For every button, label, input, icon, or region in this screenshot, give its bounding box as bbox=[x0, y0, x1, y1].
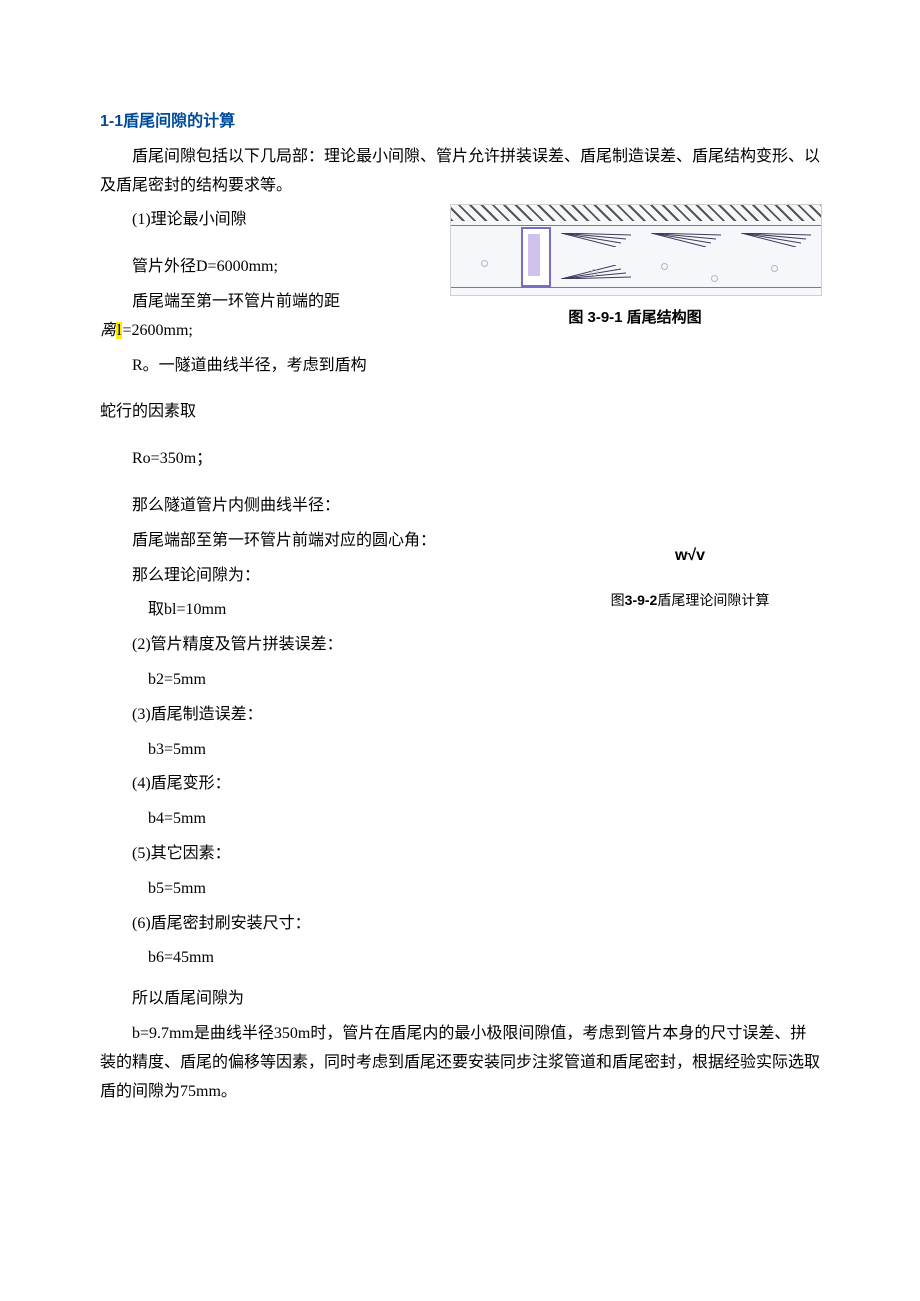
item-2-title: (2)管片精度及管片拼装误差： bbox=[100, 631, 820, 660]
brush-top2 bbox=[651, 229, 721, 243]
section-heading: 1-1盾尾间隙的计算 bbox=[100, 108, 820, 137]
aggregate-dot bbox=[771, 265, 778, 272]
aggregate-dot bbox=[711, 275, 718, 282]
figure-2-wrap: w√v 图3-9-2盾尾理论间隙计算 bbox=[570, 542, 810, 614]
figure-1-caption: 图 3-9-1 盾尾结构图 bbox=[450, 304, 820, 331]
seal-inner bbox=[528, 234, 540, 276]
item-6-title: (6)盾尾密封刷安装尺寸： bbox=[100, 910, 820, 939]
b3-line: b3=5mm bbox=[100, 736, 820, 765]
b6-line: b6=45mm bbox=[100, 944, 820, 973]
b2-line: b2=5mm bbox=[100, 666, 820, 695]
brush-top1 bbox=[561, 229, 631, 243]
item-4-title: (4)盾尾变形： bbox=[100, 770, 820, 799]
final-paragraph: b=9.7mm是曲线半径350m时，管片在盾尾内的最小极限间隙值，考虑到管片本身… bbox=[100, 1020, 820, 1106]
ro-line: Ro=350m； bbox=[100, 445, 820, 474]
fig2-caption-suffix: 盾尾理论间隙计算 bbox=[657, 592, 769, 608]
brush-top3 bbox=[741, 229, 811, 243]
item-5-title: (5)其它因素： bbox=[100, 840, 820, 869]
fig2-caption-prefix: 图 bbox=[611, 592, 625, 608]
line bbox=[451, 287, 821, 288]
l-line-suffix: =2600mm; bbox=[122, 322, 192, 339]
b5-line: b5=5mm bbox=[100, 875, 820, 904]
l-line-prefix: 盾尾端至第一环管片前端的距 bbox=[100, 288, 340, 317]
figure-2-symbol: w√v bbox=[570, 542, 810, 571]
aggregate-dot bbox=[481, 260, 488, 267]
fig2-caption-mid: 3-9-2 bbox=[625, 592, 658, 608]
figure-1 bbox=[450, 204, 822, 296]
b4-line: b4=5mm bbox=[100, 805, 820, 834]
l-line-italic: 离 bbox=[100, 322, 116, 339]
figure-1-wrap: 图 3-9-1 盾尾结构图 bbox=[450, 204, 820, 331]
seal-block bbox=[521, 227, 551, 287]
document-page: 1-1盾尾间隙的计算 盾尾间隙包括以下几局部：理论最小间隙、管片允许拼装误差、盾… bbox=[0, 0, 920, 1301]
inner-radius-line: 那么隧道管片内侧曲线半径： bbox=[100, 492, 820, 521]
r-line: R。一隧道曲线半径，考虑到盾构 bbox=[100, 352, 820, 381]
item-3-title: (3)盾尾制造误差： bbox=[100, 701, 820, 730]
so-gap-line: 所以盾尾间隙为 bbox=[100, 985, 820, 1014]
line bbox=[451, 225, 821, 226]
intro-paragraph: 盾尾间隙包括以下几局部：理论最小间隙、管片允许拼装误差、盾尾制造误差、盾尾结构变… bbox=[100, 143, 820, 201]
hatch-pattern bbox=[451, 205, 821, 221]
aggregate-dot bbox=[661, 263, 668, 270]
snake-line: 蛇行的因素取 bbox=[100, 398, 820, 427]
figure-2-caption: 图3-9-2盾尾理论间隙计算 bbox=[570, 588, 810, 613]
